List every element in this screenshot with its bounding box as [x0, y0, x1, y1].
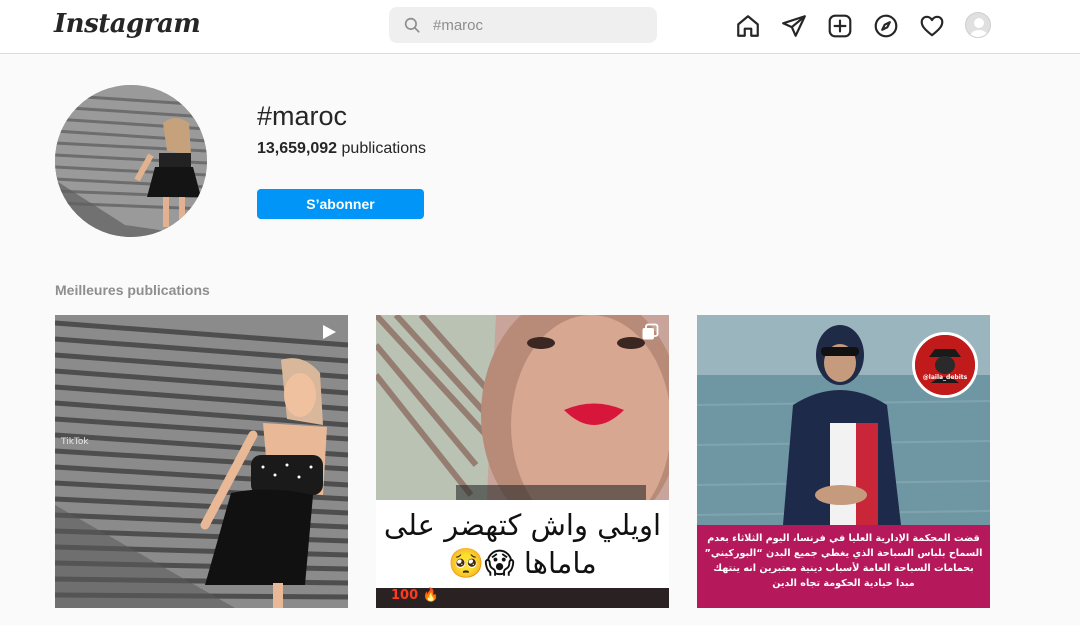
hashtag-title: #maroc: [257, 101, 348, 131]
carousel-icon: [642, 323, 659, 340]
top-post-1[interactable]: TikTok: [55, 315, 348, 608]
post-2-bottom-text: 100 🔥: [391, 588, 439, 603]
top-post-3[interactable]: @laila_debits قضت المحكمة الإدارية العلي…: [697, 315, 990, 608]
channel-badge-logo: @laila_debits: [912, 332, 978, 398]
instagram-logo[interactable]: Instagram: [54, 9, 201, 39]
channel-badge-text: @laila_debits: [922, 374, 968, 381]
search-bar[interactable]: [389, 7, 657, 43]
post-2-caption-line-1: اويلي واش كتهضر على: [383, 508, 662, 542]
publications-count-value: 13,659,092: [257, 140, 338, 157]
post-2-caption-line-2: ماماها 😱🥺: [448, 546, 597, 580]
publications-count: 13,659,092 publications: [257, 140, 426, 158]
search-icon: [404, 17, 420, 33]
activity-heart-icon[interactable]: [919, 13, 945, 39]
new-post-icon[interactable]: [827, 13, 853, 39]
tiktok-watermark: TikTok: [61, 437, 89, 447]
profile-avatar[interactable]: [965, 12, 991, 38]
publications-count-label: publications: [341, 140, 427, 157]
hashtag-profile-picture: [55, 85, 207, 237]
home-icon[interactable]: [735, 13, 761, 39]
top-navigation-bar: Instagram: [0, 0, 1080, 54]
direct-message-icon[interactable]: [781, 13, 807, 39]
explore-icon[interactable]: [873, 13, 899, 39]
video-play-icon: [323, 325, 336, 339]
search-input[interactable]: [433, 16, 633, 34]
post-3-caption: قضت المحكمة الإدارية العليا في فرنسا، ال…: [697, 525, 990, 608]
top-posts-title: Meilleures publications: [55, 282, 210, 298]
top-post-2[interactable]: اويلي واش كتهضر على ماماها 😱🥺 100 🔥: [376, 315, 669, 608]
follow-button[interactable]: S’abonner: [257, 189, 424, 219]
post-2-caption: اويلي واش كتهضر على ماماها 😱🥺: [376, 500, 669, 588]
